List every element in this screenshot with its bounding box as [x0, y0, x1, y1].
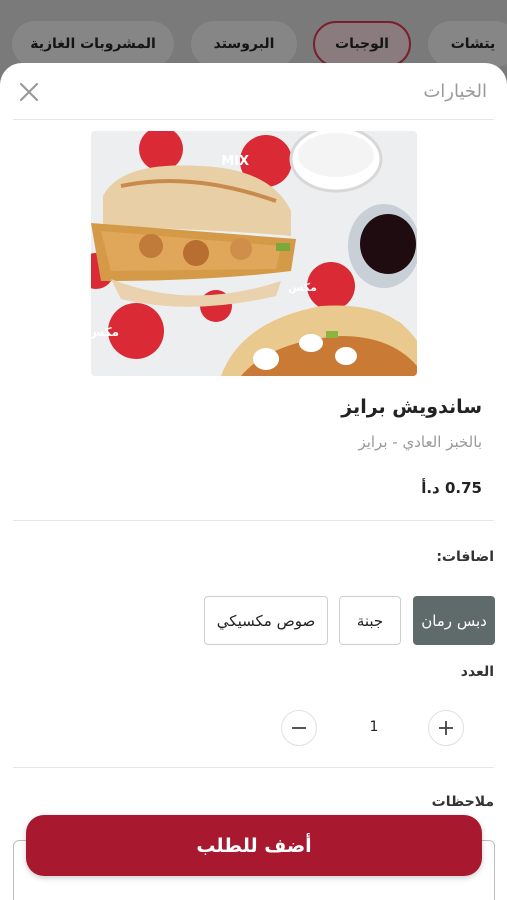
- close-icon: [19, 82, 39, 102]
- minus-icon: [292, 727, 306, 729]
- addon-label: دبس رمان: [421, 611, 487, 630]
- svg-text:مكس: مكس: [288, 281, 317, 294]
- close-button[interactable]: [14, 77, 44, 107]
- plus-icon: [439, 721, 453, 735]
- item-description: بالخبز العادي - برايز: [358, 433, 482, 451]
- category-chip-sandwiches[interactable]: يتشات: [428, 21, 507, 67]
- category-label: يتشات: [450, 36, 496, 52]
- category-label: الوجبات: [335, 36, 389, 52]
- category-chip-meals[interactable]: الوجبات: [313, 21, 411, 67]
- divider: [13, 767, 494, 768]
- sheet-header: الخيارات: [0, 63, 507, 119]
- addon-option-pomegranate-molasses[interactable]: دبس رمان: [413, 596, 495, 645]
- addon-label: صوص مكسيكي: [216, 611, 316, 630]
- notes-label: ملاحظات: [431, 794, 494, 810]
- svg-text:مكس: مكس: [91, 325, 119, 339]
- quantity-value: 1: [369, 719, 379, 735]
- addon-option-mexican-sauce[interactable]: صوص مكسيكي: [204, 596, 328, 645]
- item-price: 0.75 د.أ: [421, 479, 482, 497]
- svg-text:MIX: MIX: [221, 154, 249, 169]
- options-sheet: الخيارات MIX مكس مكس ساندويش برايز بالخب…: [0, 63, 507, 900]
- sheet-title: الخيارات: [423, 81, 487, 102]
- category-label: المشروبات الغازية: [30, 36, 156, 52]
- item-name: ساندويش برايز: [341, 396, 482, 418]
- divider: [13, 520, 494, 521]
- quantity-decrease-button[interactable]: [281, 710, 317, 746]
- category-chip-soft-drinks[interactable]: المشروبات الغازية: [12, 21, 174, 67]
- category-chip-broasted[interactable]: البروستد: [191, 21, 297, 67]
- add-to-order-button[interactable]: أضف للطلب: [26, 815, 482, 876]
- addons-label: اضافات:: [436, 549, 494, 565]
- quantity-increase-button[interactable]: [428, 710, 464, 746]
- divider: [13, 119, 494, 120]
- addon-option-cheese[interactable]: جبنة: [339, 596, 401, 645]
- category-label: البروستد: [213, 36, 275, 52]
- product-image: MIX مكس مكس: [91, 131, 417, 376]
- add-to-order-label: أضف للطلب: [196, 834, 312, 857]
- addon-label: جبنة: [356, 611, 384, 630]
- quantity-label: العدد: [460, 664, 494, 680]
